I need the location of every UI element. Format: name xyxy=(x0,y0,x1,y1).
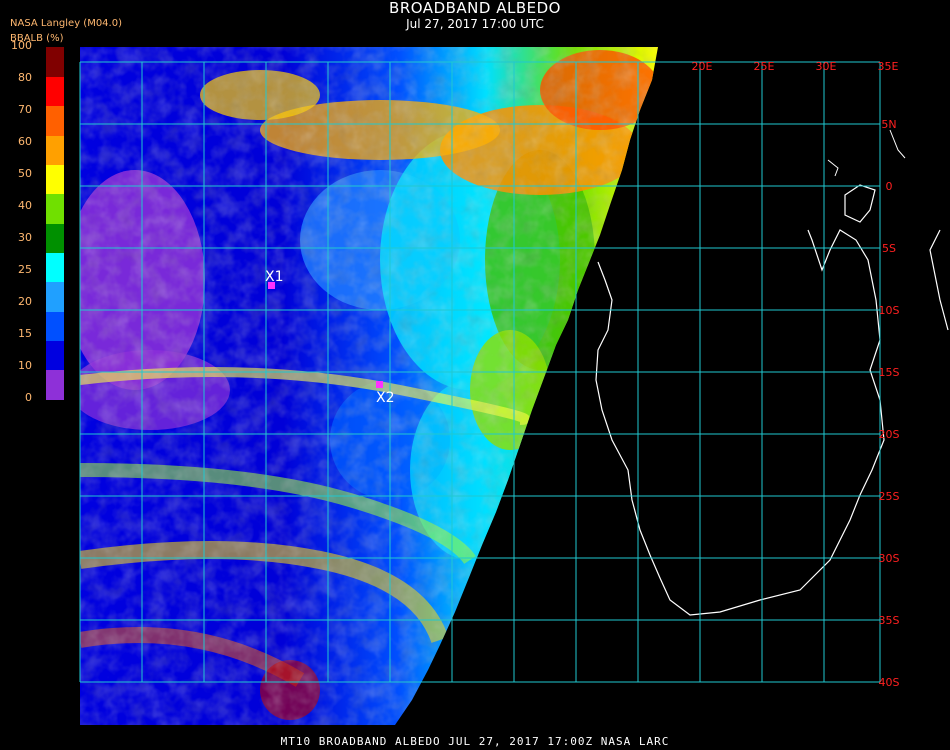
map-footer: MT10 BROADBAND ALBEDO JUL 27, 2017 17:00… xyxy=(280,735,670,748)
latitude-label: 20S xyxy=(879,428,900,441)
latitude-label: 30S xyxy=(879,552,900,565)
svg-text:X1: X1 xyxy=(265,269,284,285)
latitude-label: 15S xyxy=(879,366,900,379)
latitude-label: 10S xyxy=(879,304,900,317)
lake-outline xyxy=(889,129,906,159)
latitude-label: 5S xyxy=(882,242,896,255)
latitude-label: 5N xyxy=(881,118,896,131)
longitude-label: 25E xyxy=(754,60,775,73)
svg-text:X2: X2 xyxy=(376,390,395,406)
latitude-label: 0 xyxy=(886,180,893,193)
longitude-label: 20E xyxy=(692,60,713,73)
latitude-label: 25S xyxy=(879,490,900,503)
lake-victoria-outline xyxy=(844,184,876,223)
latitude-label: 35S xyxy=(879,614,900,627)
longitude-label: 30E xyxy=(816,60,837,73)
latitude-label: 40S xyxy=(879,676,900,689)
grid-labels: 20E 25E 30E 35E 5N 0 5S 10S 15S 20S 25S 30S 35S 40S xyxy=(692,60,900,689)
lake-outline xyxy=(827,159,839,177)
africa-coastline xyxy=(595,229,885,616)
madagascar-coastline xyxy=(929,229,949,331)
albedo-map: 20E 25E 30E 35E 5N 0 5S 10S 15S 20S 25S 30S 35S 40S X… xyxy=(79,47,949,725)
longitude-label: 35E xyxy=(878,60,899,73)
satellite-swath xyxy=(80,47,658,725)
